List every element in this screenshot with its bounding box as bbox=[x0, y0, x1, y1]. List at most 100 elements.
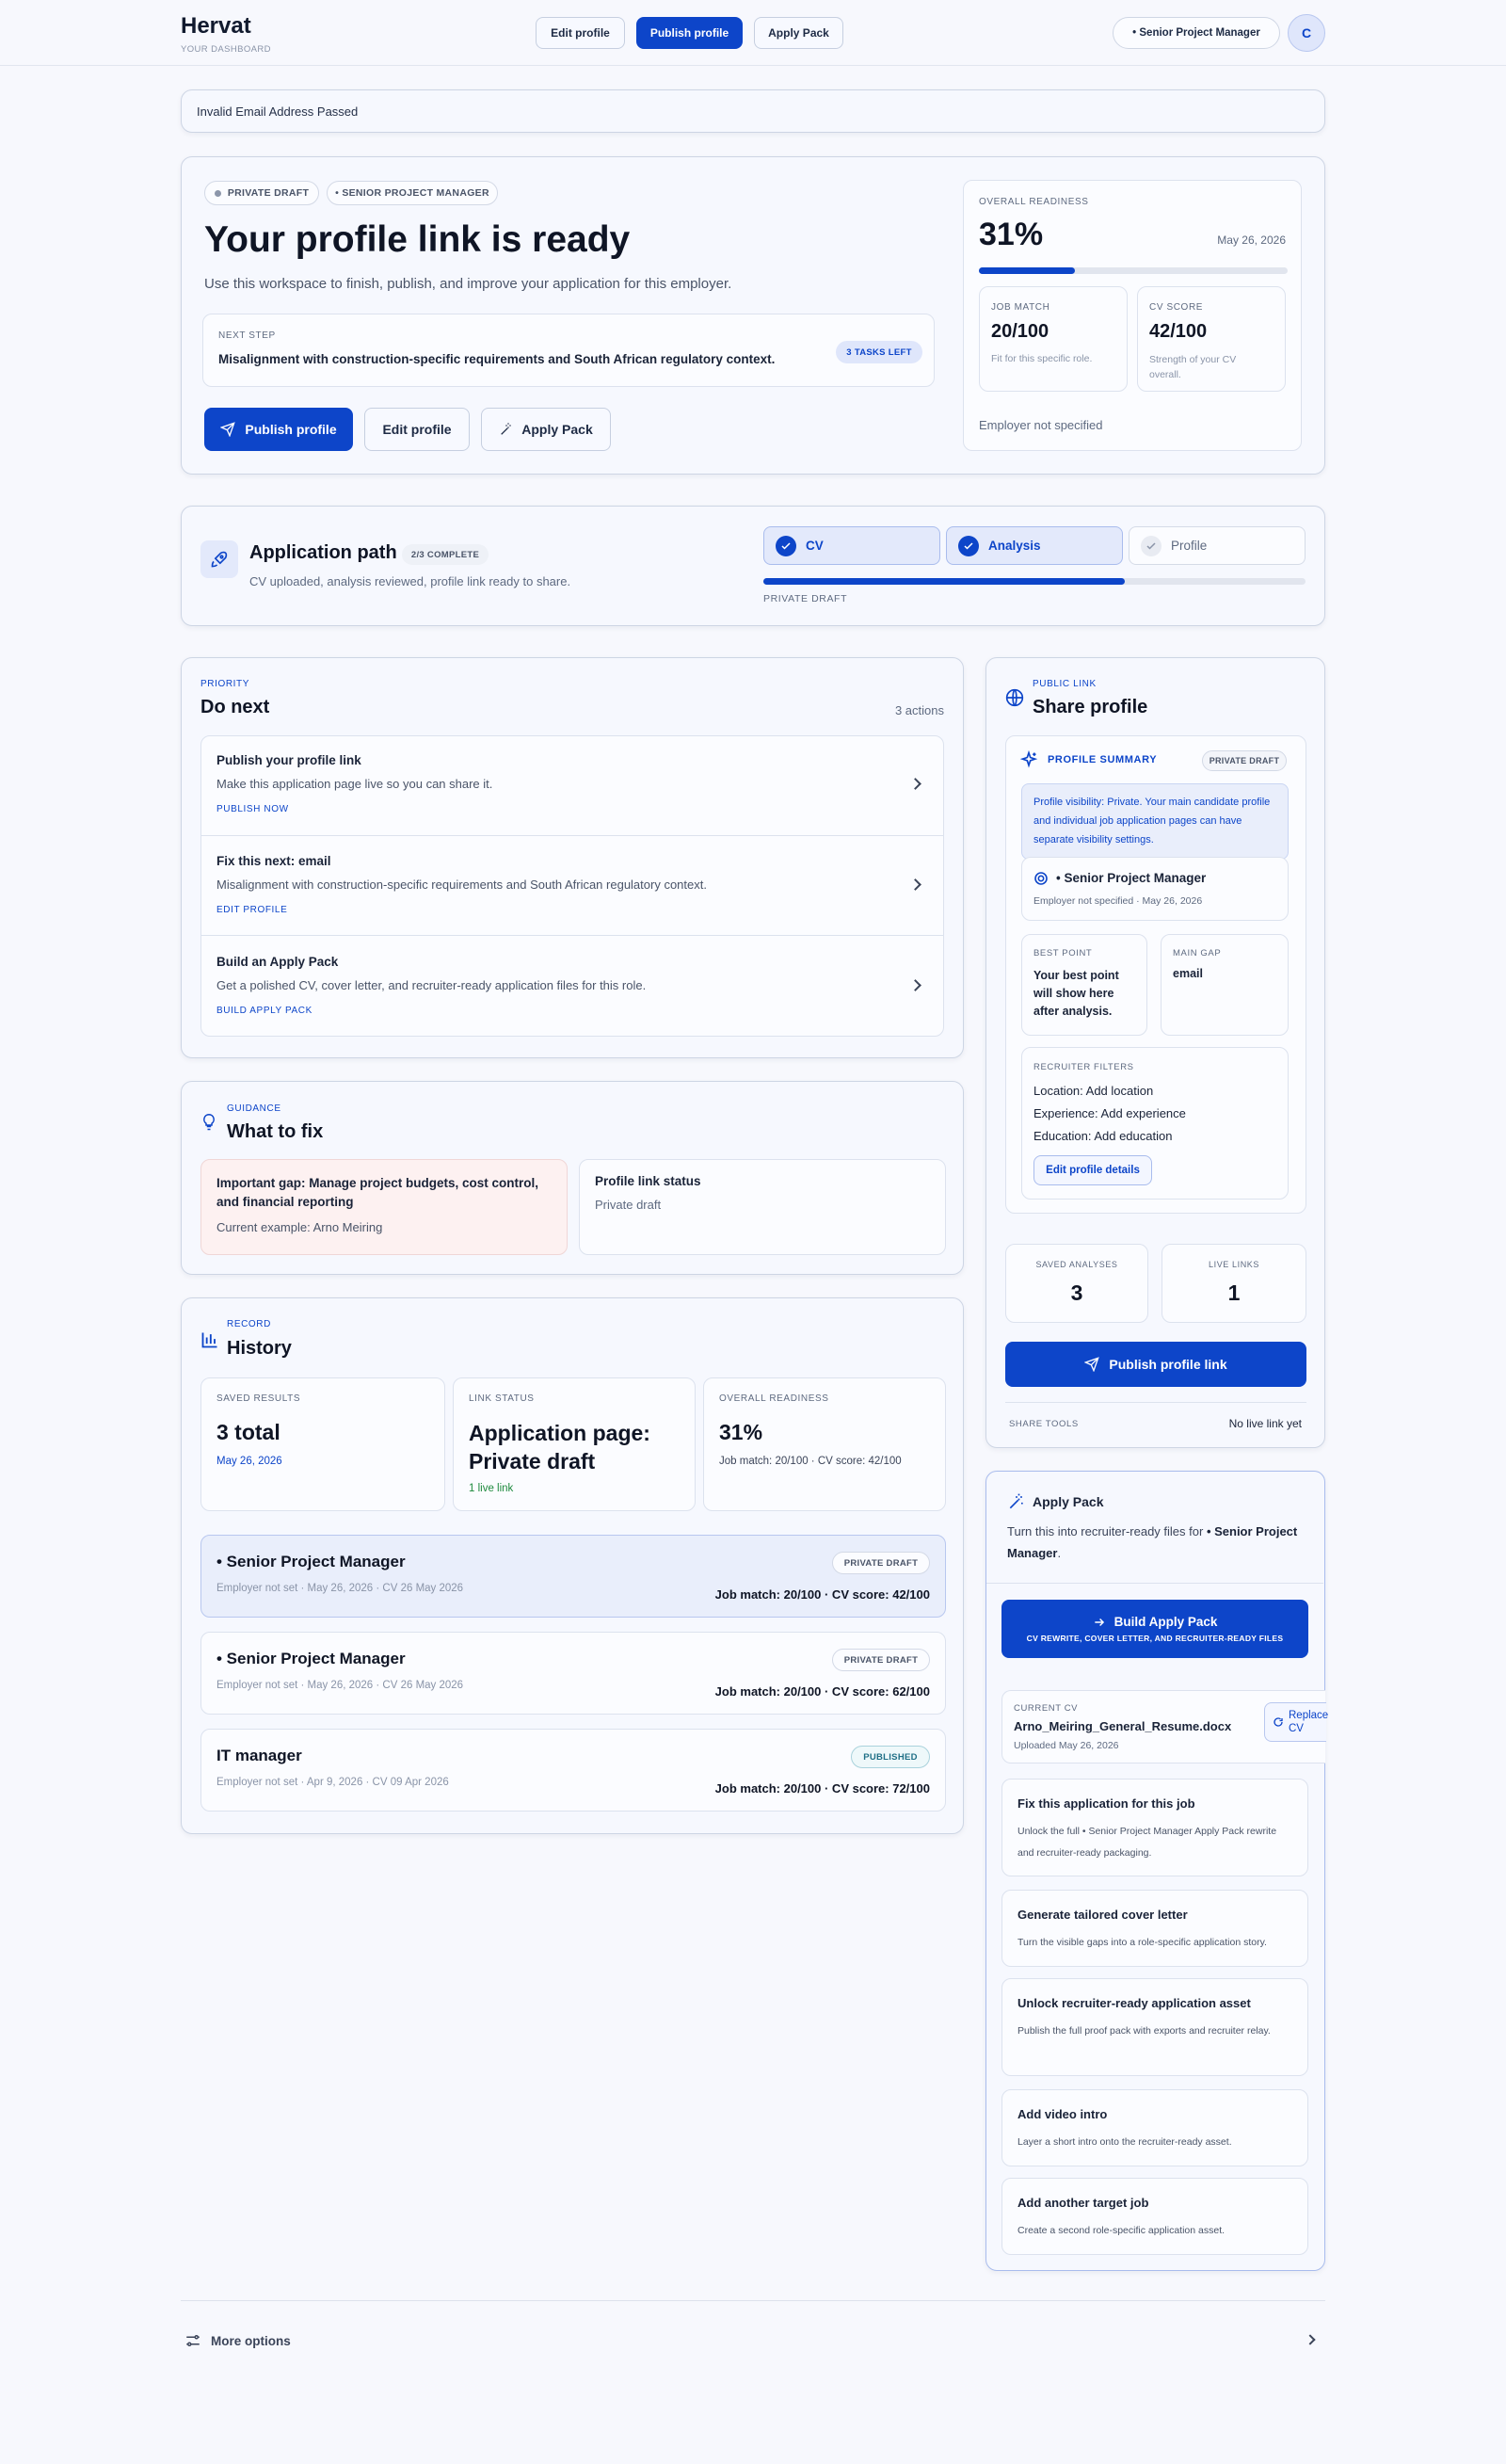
gap-title: Important gap: Manage project budgets, c… bbox=[216, 1176, 539, 1209]
target-icon bbox=[1033, 871, 1049, 886]
list-item[interactable]: Publish your profile link Make this appl… bbox=[201, 736, 943, 836]
share-profile-card: PUBLIC LINK Share profile PROFILE SUMMAR… bbox=[985, 657, 1325, 1448]
table-row[interactable]: • Senior Project Manager Employer not se… bbox=[200, 1632, 946, 1715]
step-analysis-check-icon bbox=[958, 536, 979, 556]
path-title: Application path bbox=[249, 542, 397, 563]
replace-cv-button[interactable]: Replace CV bbox=[1264, 1702, 1328, 1742]
saved-results-value: 3 total bbox=[216, 1420, 280, 1444]
apply-pack-desc-suffix: . bbox=[1057, 1546, 1062, 1561]
status-badge: PRIVATE DRAFT bbox=[832, 1552, 930, 1574]
item-action-link[interactable]: EDIT PROFILE bbox=[216, 905, 287, 915]
history-title: History bbox=[227, 1338, 292, 1359]
filters-label: RECRUITER FILTERS bbox=[1033, 1062, 1134, 1072]
globe-icon bbox=[1005, 688, 1024, 707]
pack-item-title: Generate tailored cover letter bbox=[1017, 1908, 1188, 1922]
what-to-fix-card: GUIDANCE What to fix Important gap: Mana… bbox=[181, 1081, 964, 1275]
hero-title: Your profile link is ready bbox=[204, 219, 631, 260]
list-item[interactable]: Build an Apply Pack Get a polished CV, c… bbox=[201, 936, 943, 1036]
publish-link-label: Publish profile link bbox=[1109, 1357, 1227, 1372]
step-profile-check-icon bbox=[1141, 536, 1162, 556]
pack-item-desc: Create a second role-specific applicatio… bbox=[1017, 2225, 1226, 2236]
role-summary-meta: Employer not specified · May 26, 2026 bbox=[1033, 895, 1203, 907]
gap-box: Important gap: Manage project budgets, c… bbox=[200, 1159, 568, 1255]
link-status-box: Profile link status Private draft bbox=[579, 1159, 946, 1255]
do-next-card: PRIORITY Do next 3 actions Publish your … bbox=[181, 657, 964, 1058]
alert-text: Invalid Email Address Passed bbox=[197, 105, 359, 119]
edit-profile-button[interactable]: Edit profile bbox=[536, 17, 625, 49]
tasks-left-badge: 3 TASKS LEFT bbox=[836, 341, 922, 363]
saved-results-date: May 26, 2026 bbox=[216, 1456, 282, 1467]
row-title: • Senior Project Manager bbox=[216, 1553, 406, 1570]
hero-card: PRIVATE DRAFT • SENIOR PROJECT MANAGER Y… bbox=[181, 156, 1325, 475]
cv-score-value: 42/100 bbox=[1149, 321, 1208, 342]
overall-readiness-detail: Job match: 20/100 · CV score: 42/100 bbox=[719, 1456, 902, 1467]
item-title: Build an Apply Pack bbox=[216, 955, 339, 969]
current-cv-label: CURRENT CV bbox=[1014, 1703, 1079, 1714]
step-analysis[interactable]: Analysis bbox=[946, 526, 1123, 565]
item-desc: Get a polished CV, cover letter, and rec… bbox=[216, 978, 647, 992]
saved-analyses-label: SAVED ANALYSES bbox=[1035, 1260, 1118, 1269]
next-step-label: NEXT STEP bbox=[218, 330, 276, 341]
link-status-label: LINK STATUS bbox=[469, 1393, 535, 1404]
no-live-link-text: No live link yet bbox=[1228, 1417, 1302, 1430]
table-row[interactable]: • Senior Project Manager Employer not se… bbox=[200, 1535, 946, 1618]
recruiter-filters-tile: RECRUITER FILTERS Location: Add location… bbox=[1021, 1047, 1289, 1200]
table-row[interactable]: IT manager Employer not set · Apr 9, 202… bbox=[200, 1729, 946, 1812]
publish-link-button[interactable]: Publish profile link bbox=[1005, 1342, 1306, 1387]
edit-details-button[interactable]: Edit profile details bbox=[1033, 1155, 1152, 1185]
fix-title: What to fix bbox=[227, 1121, 324, 1142]
step-profile[interactable]: Profile bbox=[1129, 526, 1306, 565]
link-status-value: Private draft bbox=[595, 1198, 662, 1212]
apply-pack-button[interactable]: Apply Pack bbox=[754, 17, 843, 49]
list-item[interactable]: Fix this next: email Misalignment with c… bbox=[201, 836, 943, 936]
top-header: Hervat YOUR DASHBOARD Edit profile Publi… bbox=[0, 0, 1506, 66]
share-eyebrow: PUBLIC LINK bbox=[1033, 679, 1097, 689]
pack-item-title: Add video intro bbox=[1017, 2107, 1108, 2121]
best-point-label: BEST POINT bbox=[1033, 948, 1093, 958]
pack-item-desc: Publish the full proof pack with exports… bbox=[1017, 2025, 1271, 2037]
draft-badge-label: PRIVATE DRAFT bbox=[227, 187, 310, 199]
job-match-desc: Fit for this specific role. bbox=[991, 353, 1093, 364]
hero-apply-button[interactable]: Apply Pack bbox=[481, 408, 611, 451]
fix-eyebrow: GUIDANCE bbox=[227, 1103, 281, 1114]
avatar[interactable]: C bbox=[1288, 14, 1325, 52]
readiness-label: OVERALL READINESS bbox=[979, 197, 1089, 207]
arrow-right-icon bbox=[1093, 1616, 1106, 1629]
role-summary-title: • Senior Project Manager bbox=[1056, 871, 1207, 885]
more-options-row[interactable]: More options bbox=[181, 2324, 1325, 2358]
readiness-progress-fill bbox=[979, 267, 1075, 274]
pack-item[interactable]: Fix this application for this job Unlock… bbox=[1001, 1779, 1308, 1876]
step-cv[interactable]: CV bbox=[763, 526, 940, 565]
hero-edit-button[interactable]: Edit profile bbox=[364, 408, 470, 451]
saved-analyses-tile: SAVED ANALYSES 3 bbox=[1005, 1244, 1148, 1323]
brand-name[interactable]: Hervat bbox=[181, 13, 251, 40]
draft-dot-icon bbox=[214, 189, 221, 197]
path-subtitle: CV uploaded, analysis reviewed, profile … bbox=[249, 574, 571, 588]
row-scores: Job match: 20/100 · CV score: 42/100 bbox=[714, 1587, 930, 1602]
next-step-text: Misalignment with construction-specific … bbox=[218, 352, 776, 366]
hero-publish-button[interactable]: Publish profile bbox=[204, 408, 353, 451]
share-tools-label: SHARE TOOLS bbox=[1009, 1419, 1079, 1429]
alert-banner: Invalid Email Address Passed bbox=[181, 89, 1325, 133]
current-cv-uploaded: Uploaded May 26, 2026 bbox=[1014, 1740, 1119, 1751]
build-apply-pack-button[interactable]: Build Apply Pack CV REWRITE, COVER LETTE… bbox=[1001, 1600, 1308, 1658]
do-next-title: Do next bbox=[200, 697, 270, 717]
job-match-value: 20/100 bbox=[991, 321, 1049, 342]
current-cv-tile: CURRENT CV Arno_Meiring_General_Resume.d… bbox=[1001, 1690, 1328, 1763]
item-action-link[interactable]: PUBLISH NOW bbox=[216, 804, 289, 814]
magic-wand-icon bbox=[499, 422, 514, 437]
pack-item-title: Unlock recruiter-ready application asset bbox=[1017, 1996, 1251, 2010]
item-action-link[interactable]: BUILD APPLY PACK bbox=[216, 1006, 312, 1016]
role-chip[interactable]: • Senior Project Manager bbox=[1113, 17, 1280, 49]
saved-results-tile: SAVED RESULTS 3 total May 26, 2026 bbox=[200, 1377, 445, 1511]
share-tools-divider bbox=[1005, 1402, 1306, 1403]
publish-profile-button[interactable]: Publish profile bbox=[636, 17, 743, 49]
pack-item[interactable]: Generate tailored cover letter Turn the … bbox=[1001, 1890, 1308, 1967]
chevron-right-icon bbox=[909, 979, 921, 991]
pack-item[interactable]: Add another target job Create a second r… bbox=[1001, 2178, 1308, 2255]
pack-item-title: Fix this application for this job bbox=[1017, 1796, 1195, 1811]
pack-item[interactable]: Unlock recruiter-ready application asset… bbox=[1001, 1978, 1308, 2076]
path-progress-fill bbox=[763, 578, 1126, 585]
lightbulb-icon bbox=[200, 1112, 217, 1133]
pack-item[interactable]: Add video intro Layer a short intro onto… bbox=[1001, 2089, 1308, 2166]
